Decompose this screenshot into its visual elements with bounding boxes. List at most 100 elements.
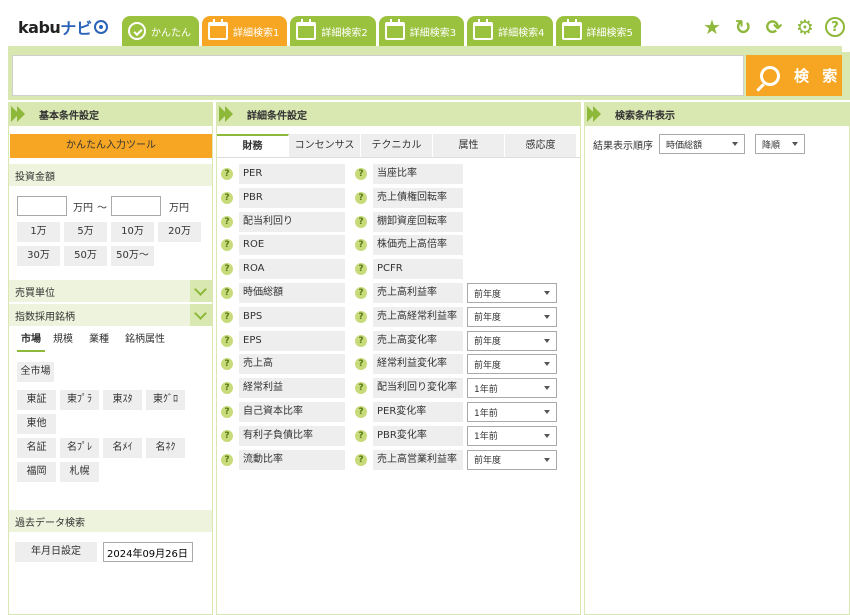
search-button[interactable]: 検 索 (746, 55, 842, 96)
condition-item[interactable]: ? ROA (221, 259, 345, 280)
help-icon[interactable]: ? (355, 334, 367, 347)
condition-item[interactable]: ? ROE (221, 235, 345, 256)
condition-item[interactable]: ? 当座比率 (355, 164, 463, 184)
condition-label[interactable]: PBR (239, 187, 345, 208)
help-icon[interactable]: ? (221, 168, 233, 180)
help-icon[interactable]: ? (355, 406, 367, 418)
help-icon[interactable]: ? (221, 453, 233, 466)
tab-sensitivity[interactable]: 感応度 (505, 134, 577, 157)
condition-item[interactable]: ? 売上高利益率 前年度 (355, 283, 557, 303)
condition-label[interactable]: 売上高変化率 (373, 330, 463, 351)
condition-label[interactable]: 売上高営業利益率 (373, 449, 463, 470)
condition-label[interactable]: BPS (239, 306, 345, 327)
market-button[interactable]: 名ﾒｲ (103, 438, 142, 458)
investment-min-input[interactable] (17, 196, 67, 216)
help-icon[interactable]: ? (221, 334, 233, 347)
market-button[interactable]: 名ﾈｸ (146, 438, 185, 458)
tab-kantan[interactable]: かんたん (122, 16, 199, 46)
tab-detail-3[interactable]: 詳細検索3 (378, 16, 465, 46)
tab-detail-1[interactable]: 詳細検索1 (202, 16, 288, 46)
tab-consensus[interactable]: コンセンサス (289, 134, 361, 157)
help-icon[interactable]: ? (221, 406, 233, 418)
condition-item[interactable]: ? PCFR (355, 259, 463, 280)
condition-label[interactable]: 売上高経常利益率 (373, 306, 463, 327)
subtab-industry[interactable]: 業種 (81, 330, 117, 352)
help-icon[interactable]: ? (221, 191, 233, 204)
refresh-icon[interactable]: ⟳ (763, 16, 785, 38)
condition-label[interactable]: PER (239, 164, 345, 184)
condition-label[interactable]: 配当利回り変化率 (373, 378, 463, 399)
condition-label[interactable]: 経常利益 (239, 378, 345, 399)
condition-item[interactable]: ? 経常利益 (221, 378, 345, 399)
period-select[interactable]: 1年前 (467, 402, 557, 422)
help-icon[interactable]: ? (355, 310, 367, 323)
market-button[interactable]: 福岡 (17, 462, 56, 482)
condition-label[interactable]: EPS (239, 330, 345, 351)
date-setting-button[interactable]: 年月日設定 (15, 542, 97, 562)
condition-label[interactable]: 有利子負債比率 (239, 425, 345, 446)
amount-button[interactable]: 20万 (158, 222, 201, 242)
tab-attribute[interactable]: 属性 (433, 134, 505, 157)
condition-label[interactable]: PCFR (373, 259, 463, 280)
condition-item[interactable]: ? 配当利回り変化率 1年前 (355, 378, 557, 399)
condition-item[interactable]: ? 売上高経常利益率 前年度 (355, 306, 557, 327)
condition-item[interactable]: ? 経常利益変化率 前年度 (355, 354, 557, 375)
undo-icon[interactable]: ↻ (732, 16, 754, 38)
subtab-market[interactable]: 市場 (17, 330, 45, 352)
help-icon[interactable]: ? (355, 358, 367, 371)
help-icon[interactable]: ? (355, 239, 367, 252)
condition-item[interactable]: ? PER (221, 164, 345, 184)
gear-icon[interactable]: ⚙ (794, 16, 816, 38)
help-icon[interactable]: ? (221, 358, 233, 371)
market-button[interactable]: 東他 (17, 414, 56, 434)
index-section[interactable]: 指数採用銘柄 (9, 304, 212, 326)
tab-financial[interactable]: 財務 (217, 134, 289, 157)
condition-label[interactable]: 棚卸資産回転率 (373, 211, 463, 232)
condition-label[interactable]: 経常利益変化率 (373, 354, 463, 375)
help-icon[interactable]: ? (221, 287, 233, 299)
subtab-attribute[interactable]: 銘柄属性 (117, 330, 173, 352)
condition-item[interactable]: ? 売上高 (221, 354, 345, 375)
help-icon[interactable]: ? (355, 168, 367, 180)
condition-label[interactable]: 当座比率 (373, 164, 463, 184)
help-icon[interactable]: ? (221, 215, 233, 228)
condition-item[interactable]: ? 有利子負債比率 (221, 425, 345, 446)
condition-item[interactable]: ? 売上債権回転率 (355, 187, 463, 208)
kabunavi-logo[interactable]: kabu ナビ (18, 14, 109, 40)
tab-technical[interactable]: テクニカル (361, 134, 433, 157)
subtab-scale[interactable]: 規模 (45, 330, 81, 352)
period-select[interactable]: 前年度 (467, 354, 557, 375)
amount-button[interactable]: 5万 (64, 222, 107, 242)
help-icon[interactable]: ? (221, 239, 233, 252)
market-button[interactable]: 全市場 (17, 362, 54, 382)
condition-item[interactable]: ? 時価総額 (221, 283, 345, 303)
market-button[interactable]: 東ﾌﾟﾗ (60, 390, 99, 410)
market-button[interactable]: 東ｸﾞﾛ (146, 390, 185, 410)
condition-item[interactable]: ? BPS (221, 306, 345, 327)
condition-label[interactable]: 時価総額 (239, 283, 345, 303)
condition-item[interactable]: ? PBR変化率 1年前 (355, 425, 557, 446)
condition-label[interactable]: 売上高 (239, 354, 345, 375)
market-button[interactable]: 名証 (17, 438, 56, 458)
condition-item[interactable]: ? 流動比率 (221, 449, 345, 470)
search-input[interactable] (12, 55, 744, 96)
help-icon[interactable]: ? (221, 263, 233, 276)
star-icon[interactable]: ★ (701, 16, 723, 38)
market-button[interactable]: 東証 (17, 390, 56, 410)
investment-max-input[interactable] (111, 196, 161, 216)
help-icon[interactable]: ? (355, 429, 367, 442)
condition-item[interactable]: ? EPS (221, 330, 345, 351)
period-select[interactable]: 前年度 (467, 306, 557, 327)
period-select[interactable]: 1年前 (467, 378, 557, 399)
help-icon[interactable]: ? (221, 429, 233, 442)
tab-detail-2[interactable]: 詳細検索2 (290, 16, 376, 46)
trade-unit-section[interactable]: 売買単位 (9, 280, 212, 302)
condition-label[interactable]: PER変化率 (373, 402, 463, 422)
condition-item[interactable]: ? 自己資本比率 (221, 402, 345, 422)
condition-label[interactable]: PBR変化率 (373, 425, 463, 446)
condition-label[interactable]: 売上高利益率 (373, 283, 463, 303)
market-button[interactable]: 名ﾌﾟﾚ (60, 438, 99, 458)
condition-item[interactable]: ? 配当利回り (221, 211, 345, 232)
market-button[interactable]: 札幌 (60, 462, 99, 482)
chevron-down-icon[interactable] (190, 304, 212, 326)
